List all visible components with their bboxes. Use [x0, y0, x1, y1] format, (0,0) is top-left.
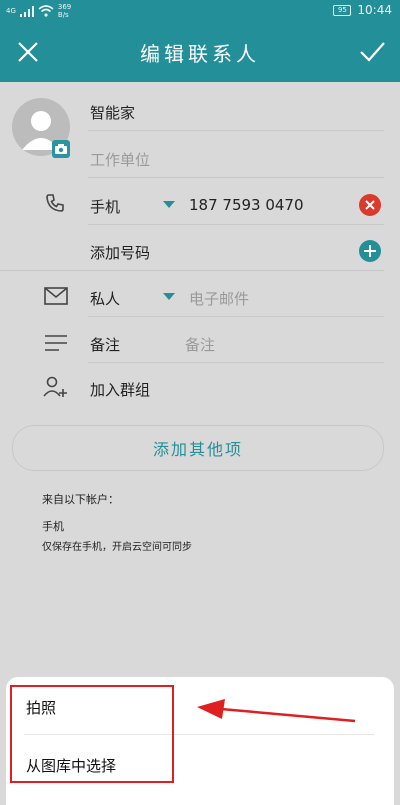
phone-icon — [46, 194, 64, 212]
divider — [88, 130, 384, 131]
divider — [88, 362, 384, 363]
note-label: 备注 — [90, 336, 121, 354]
plus-icon — [364, 245, 376, 257]
phone-number-field[interactable]: 187 7593 0470 — [189, 196, 304, 214]
check-icon — [360, 42, 385, 62]
account-name: 手机 — [42, 520, 64, 533]
mail-icon — [44, 287, 68, 305]
company-field[interactable]: 工作单位 — [90, 149, 150, 170]
camera-icon[interactable] — [52, 140, 70, 158]
wifi-icon — [38, 5, 54, 17]
phone-type-label[interactable]: 手机 — [90, 196, 120, 217]
add-number-label[interactable]: 添加号码 — [90, 242, 150, 263]
app-bar: 编辑联系人 — [0, 22, 400, 82]
group-add-icon — [43, 376, 67, 397]
note-field[interactable]: 备注 — [185, 334, 215, 355]
divider — [88, 316, 384, 317]
highlight-box — [10, 685, 174, 783]
delete-phone-button[interactable] — [359, 194, 381, 216]
network-type: 4G — [6, 7, 16, 15]
divider — [0, 270, 384, 271]
annotation-arrow-icon — [197, 699, 356, 723]
name-field[interactable]: 智能家 — [90, 102, 135, 123]
divider — [88, 177, 384, 178]
add-other-field-button[interactable]: 添加其他项 — [12, 425, 384, 471]
clock: 10:44 — [357, 3, 392, 17]
email-type-label[interactable]: 私人 — [90, 288, 120, 309]
add-number-button[interactable] — [359, 240, 381, 262]
add-other-label: 添加其他项 — [152, 440, 243, 459]
chevron-down-icon[interactable] — [163, 293, 175, 301]
divider — [88, 224, 384, 225]
account-description: 仅保存在手机，开启云空间可同步 — [42, 542, 192, 553]
battery-icon: 95 — [333, 4, 352, 16]
speed-value: 369 — [57, 3, 72, 11]
email-field[interactable]: 电子邮件 — [189, 288, 249, 309]
chevron-down-icon[interactable] — [163, 201, 175, 209]
close-icon — [365, 200, 375, 210]
save-button[interactable] — [354, 34, 390, 70]
account-heading: 来自以下帐户： — [42, 493, 119, 506]
status-bar: 4G 369 B/s 95 10:44 — [0, 0, 400, 22]
add-to-group-label[interactable]: 加入群组 — [90, 379, 150, 400]
page-title: 编辑联系人 — [140, 42, 260, 66]
signal-icon — [19, 5, 34, 17]
network-speed: 369 B/s — [58, 3, 71, 19]
notes-icon — [45, 335, 67, 351]
speed-unit: B/s — [57, 11, 69, 19]
